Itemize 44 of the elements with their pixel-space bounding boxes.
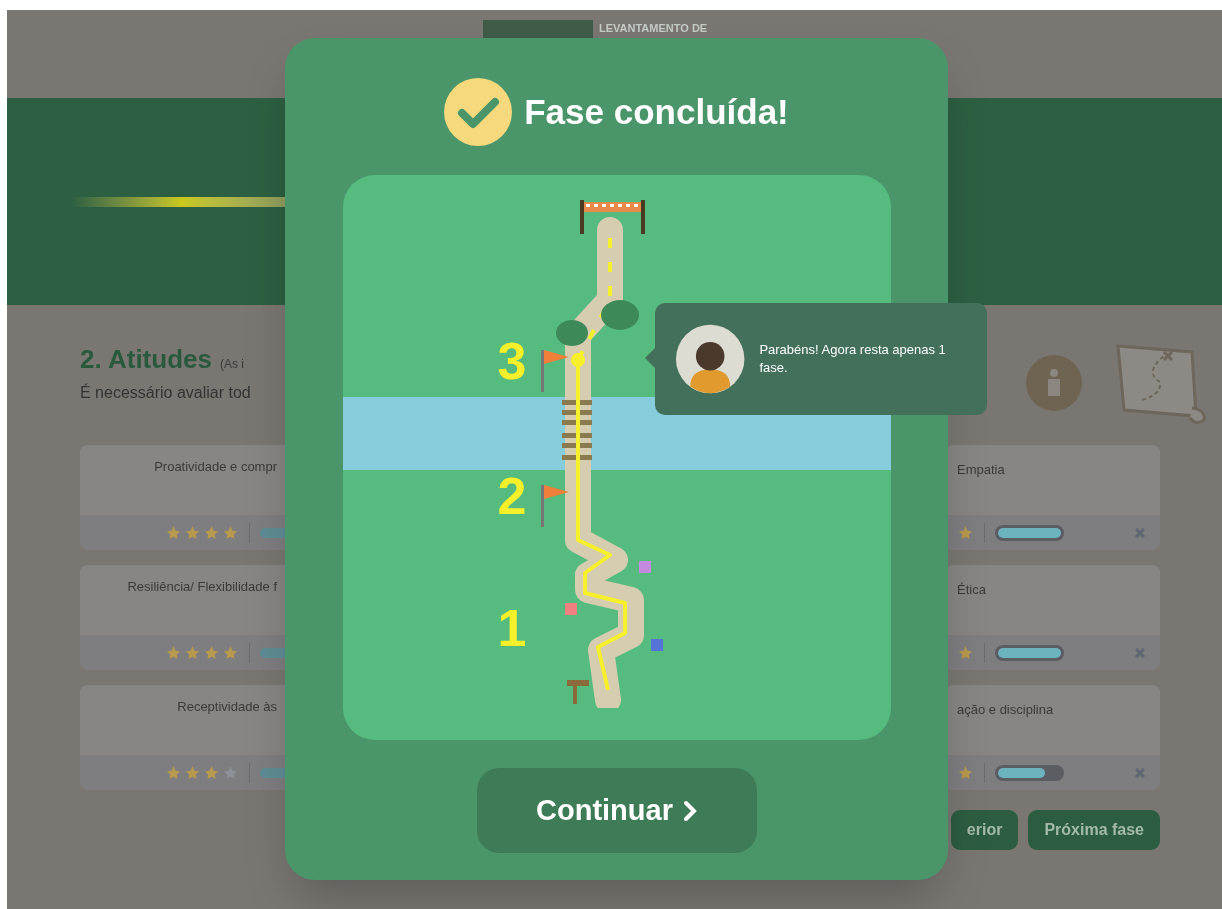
- modal-title: Fase concluída!: [524, 90, 789, 133]
- star-icon: [165, 644, 182, 661]
- star-rating[interactable]: [165, 764, 239, 781]
- logo-text: LEVANTAMENTO DE: [599, 22, 708, 35]
- star-icon: [203, 644, 220, 661]
- skill-label: Receptividade às: [177, 698, 277, 716]
- close-icon[interactable]: [1134, 646, 1146, 659]
- section-title: 2. Atitudes: [80, 343, 212, 376]
- avatar-icon: [675, 322, 746, 396]
- nav-button[interactable]: erior: [950, 810, 1019, 850]
- stage-number: 3: [497, 335, 527, 387]
- stage-number: 1: [497, 602, 527, 654]
- speech-text: Parabéns! Agora resta apenas 1 fase.: [759, 341, 947, 377]
- skill-label: Proatividade e compr: [154, 458, 277, 476]
- star-icon: [957, 644, 974, 661]
- star-icon: [165, 524, 182, 541]
- skill-label: Empatia: [957, 462, 1005, 477]
- star-icon: [957, 524, 974, 541]
- chevron-right-icon: [682, 799, 697, 822]
- check-circle-icon: [444, 78, 513, 146]
- nav-button[interactable]: Próxima fase: [1028, 810, 1160, 850]
- star-rating[interactable]: [165, 524, 239, 541]
- star-icon: [184, 524, 201, 541]
- star-icon: [165, 764, 182, 781]
- star-rating[interactable]: [165, 644, 239, 661]
- star-icon: [203, 764, 220, 781]
- continue-button[interactable]: Continuar: [476, 768, 757, 853]
- section-note: (As i: [219, 356, 244, 373]
- star-icon: [957, 764, 974, 781]
- close-icon[interactable]: [1134, 526, 1146, 539]
- close-icon[interactable]: [1134, 766, 1146, 779]
- section-subtitle: É necessário avaliar tod: [80, 382, 251, 403]
- skill-label: Resiliência/ Flexibilidade f: [127, 578, 277, 596]
- star-icon: [222, 644, 239, 661]
- skill-label: ação e disciplina: [957, 702, 1054, 717]
- star-icon: [184, 644, 201, 661]
- star-icon: [203, 524, 220, 541]
- star-icon: [184, 764, 201, 781]
- star-icon: [222, 764, 239, 781]
- logo-icon: [483, 20, 593, 38]
- skill-label: Ética: [957, 582, 986, 597]
- info-icon[interactable]: [1026, 355, 1082, 411]
- stage-number: 2: [497, 470, 527, 522]
- star-icon: [222, 524, 239, 541]
